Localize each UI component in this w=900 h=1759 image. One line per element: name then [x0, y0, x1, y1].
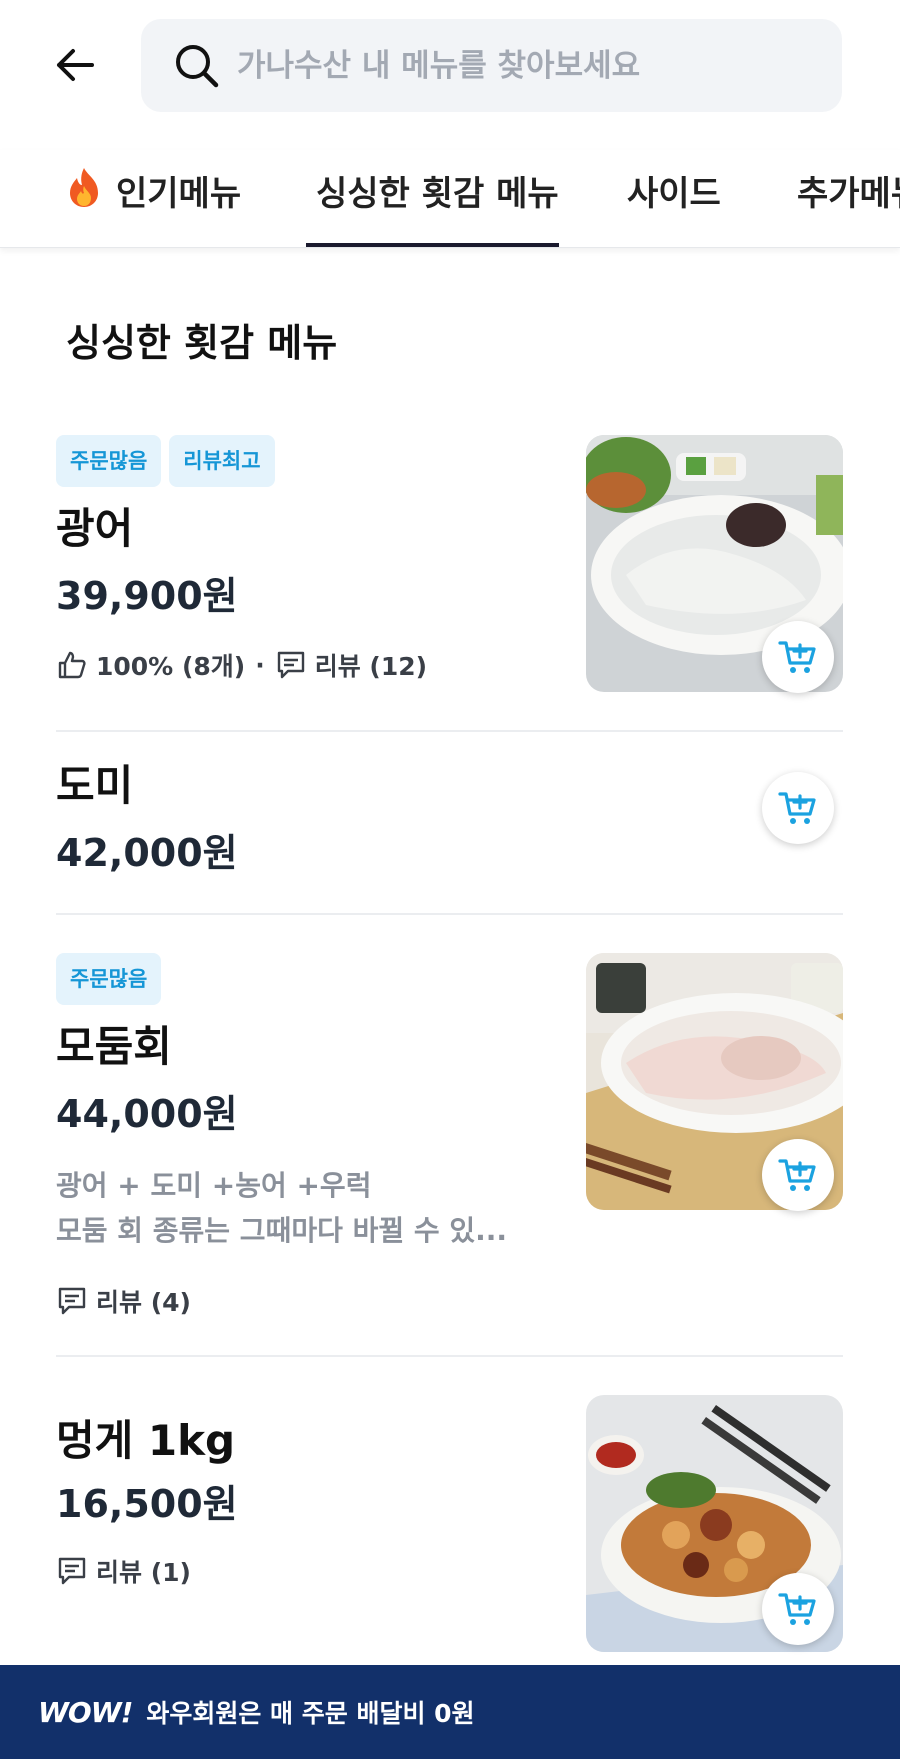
fire-icon: [70, 168, 98, 207]
item-name: 광어: [56, 504, 134, 553]
item-likes: 100% (8개): [96, 652, 246, 681]
wow-promo-text: 와우회원은 매 주문 배달비 0원: [146, 1699, 475, 1728]
tab-popular[interactable]: 인기메뉴: [66, 166, 242, 247]
item-description: 광어 + 도미 +농어 +우럭 모둠 회 종류는 그때마다 바뀔 수 있...: [56, 1163, 526, 1253]
item-reviews: 리뷰 (12): [314, 652, 428, 681]
menu-item-assorted-sashimi[interactable]: 주문많음 모둠회 44,000원 광어 + 도미 +농어 +우럭 모둠 회 종류…: [56, 953, 843, 1323]
tab-fresh-sashimi[interactable]: 싱싱한 횟감 메뉴: [306, 166, 559, 247]
cart-plus-icon: [778, 641, 816, 673]
item-name: 모둠회: [56, 1022, 172, 1071]
item-badges: 주문많음: [56, 953, 162, 1005]
item-price: 44,000원: [56, 1092, 238, 1136]
tab-fresh-sashimi-label: 싱싱한 횟감 메뉴: [316, 174, 559, 214]
arrow-left-icon: [57, 49, 94, 81]
wow-promo-banner[interactable]: WOW! 와우회원은 매 주문 배달비 0원: [0, 1665, 900, 1759]
add-to-cart-button[interactable]: [762, 772, 834, 844]
item-meta: 100% (8개) · 리뷰 (12): [56, 647, 427, 683]
item-description-line-1: 광어 + 도미 +농어 +우럭: [56, 1169, 372, 1202]
item-price: 42,000원: [56, 831, 238, 875]
badge-top-review: 리뷰최고: [169, 435, 275, 487]
divider: [56, 913, 843, 915]
tab-extra[interactable]: 추가메뉴: [797, 166, 900, 247]
tab-side[interactable]: 사이드: [627, 166, 721, 247]
menu-item-sea-bream[interactable]: 도미 42,000원: [56, 752, 843, 882]
category-tabs: 인기메뉴 싱싱한 횟감 메뉴 사이드 추가메뉴: [0, 150, 900, 248]
review-icon: [275, 649, 307, 681]
add-to-cart-button[interactable]: [762, 1573, 834, 1645]
menu-item-flatfish[interactable]: 주문많음 리뷰최고 광어 39,900원 100% (8개) · 리뷰 (12): [56, 435, 843, 693]
badge-popular-order: 주문많음: [56, 953, 162, 1005]
divider: [56, 730, 843, 732]
wow-logo: WOW!: [38, 1695, 133, 1729]
item-reviews: 리뷰 (1): [96, 1558, 191, 1587]
divider: [56, 1355, 843, 1357]
review-icon: [56, 1555, 88, 1587]
section-title: 싱싱한 횟감 메뉴: [66, 321, 338, 365]
thumbs-up-icon: [56, 649, 88, 681]
search-input[interactable]: [237, 47, 797, 84]
top-bar: [0, 0, 900, 130]
item-description-line-2: 모둠 회 종류는 그때마다 바뀔 수 있...: [56, 1214, 508, 1247]
item-price: 16,500원: [56, 1482, 238, 1526]
item-badges: 주문많음 리뷰최고: [56, 435, 275, 487]
menu-item-sea-squirt[interactable]: 멍게 1kg 16,500원 리뷰 (1): [56, 1395, 843, 1653]
item-price: 39,900원: [56, 574, 238, 618]
review-icon: [56, 1285, 88, 1317]
item-meta: 리뷰 (4): [56, 1283, 191, 1319]
back-button[interactable]: [44, 34, 106, 96]
search-icon: [171, 40, 223, 92]
item-name: 도미: [56, 761, 134, 810]
item-meta: 리뷰 (1): [56, 1553, 191, 1589]
item-reviews: 리뷰 (4): [96, 1288, 191, 1317]
cart-plus-icon: [778, 1159, 816, 1191]
tab-extra-label: 추가메뉴: [797, 174, 900, 214]
badge-popular-order: 주문많음: [56, 435, 162, 487]
add-to-cart-button[interactable]: [762, 621, 834, 693]
cart-plus-icon: [778, 792, 816, 824]
search-bar[interactable]: [141, 19, 842, 112]
cart-plus-icon: [778, 1593, 816, 1625]
add-to-cart-button[interactable]: [762, 1139, 834, 1211]
tab-popular-label: 인기메뉴: [116, 174, 242, 214]
item-name: 멍게 1kg: [56, 1416, 236, 1465]
tab-side-label: 사이드: [627, 174, 721, 214]
